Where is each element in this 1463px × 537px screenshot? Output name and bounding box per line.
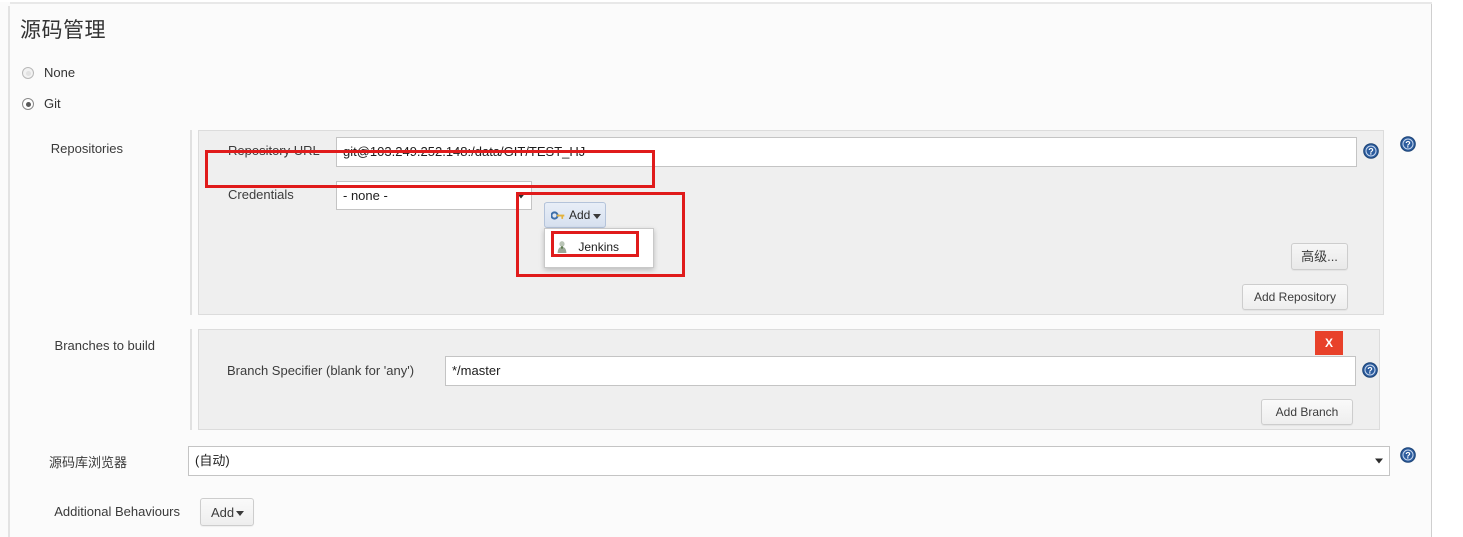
repositories-block: Repository URL git@103.249.252.148:/data…: [198, 130, 1384, 315]
page-title: 源码管理: [20, 19, 106, 42]
delete-branch-button[interactable]: X: [1315, 331, 1343, 355]
branches-row-divider: [190, 329, 192, 430]
additional-behaviours-add-button[interactable]: Add: [200, 498, 254, 526]
branches-block: Branch Specifier (blank for 'any') */mas…: [198, 329, 1380, 430]
key-icon: [550, 210, 565, 224]
credentials-menu-item-jenkins[interactable]: Jenkins: [555, 240, 619, 257]
credentials-selected-value: - none -: [343, 188, 388, 203]
repositories-section-label: Repositories: [50, 141, 123, 156]
jenkins-butler-icon: [555, 240, 569, 257]
scm-radio-git-label: Git: [44, 96, 61, 111]
repository-browser-help-icon[interactable]: ?: [1400, 447, 1416, 463]
branch-specifier-help-icon[interactable]: ?: [1362, 362, 1378, 378]
add-credentials-button[interactable]: Add: [544, 202, 606, 228]
radio-none-indicator[interactable]: [22, 67, 34, 79]
add-credentials-caret-icon[interactable]: [593, 214, 601, 219]
repository-browser-select[interactable]: (自动): [188, 446, 1390, 476]
repository-browser-selected-value: (自动): [195, 453, 230, 468]
svg-text:?: ?: [1405, 451, 1411, 461]
branches-section-label: Branches to build: [54, 338, 155, 353]
branch-specifier-label: Branch Specifier (blank for 'any'): [227, 363, 415, 378]
credentials-menu-item-label: Jenkins: [578, 240, 620, 254]
add-branch-button[interactable]: Add Branch: [1261, 399, 1353, 425]
scm-radio-none[interactable]: None: [22, 65, 75, 80]
svg-text:?: ?: [1368, 147, 1374, 157]
scm-radio-none-label: None: [44, 65, 76, 80]
screenshot-root: 源码管理 None Git Repositories Repository UR…: [0, 0, 1463, 537]
credentials-provider-menu: Jenkins: [544, 228, 654, 268]
add-credentials-label: Add: [569, 208, 591, 222]
additional-behaviours-label: Additional Behaviours: [54, 504, 180, 519]
svg-text:?: ?: [1367, 366, 1373, 376]
repository-url-help-icon[interactable]: ?: [1363, 143, 1379, 159]
repository-url-label: Repository URL: [228, 143, 320, 158]
top-divider: [10, 2, 1432, 4]
repositories-section-help-icon[interactable]: ?: [1400, 136, 1416, 152]
chevron-down-icon[interactable]: [517, 193, 525, 198]
additional-behaviours-caret-icon[interactable]: [236, 511, 244, 516]
repositories-row-divider: [190, 130, 192, 315]
scm-radio-git[interactable]: Git: [22, 96, 61, 111]
svg-text:?: ?: [1405, 140, 1411, 150]
credentials-select[interactable]: - none -: [336, 181, 532, 210]
repository-url-input[interactable]: git@103.249.252.148:/data/GIT/TEST_HJ: [336, 137, 1357, 167]
credentials-label: Credentials: [228, 187, 294, 202]
branch-specifier-input[interactable]: */master: [445, 356, 1356, 386]
chevron-down-icon[interactable]: [1375, 458, 1383, 464]
advanced-button[interactable]: 高级...: [1291, 243, 1348, 270]
radio-git-indicator[interactable]: [22, 98, 34, 110]
additional-behaviours-add-label: Add: [211, 505, 235, 520]
repository-browser-label: 源码库浏览器: [48, 455, 127, 470]
add-repository-button[interactable]: Add Repository: [1242, 284, 1348, 310]
scm-config-panel: 源码管理 None Git Repositories Repository UR…: [0, 2, 1432, 537]
